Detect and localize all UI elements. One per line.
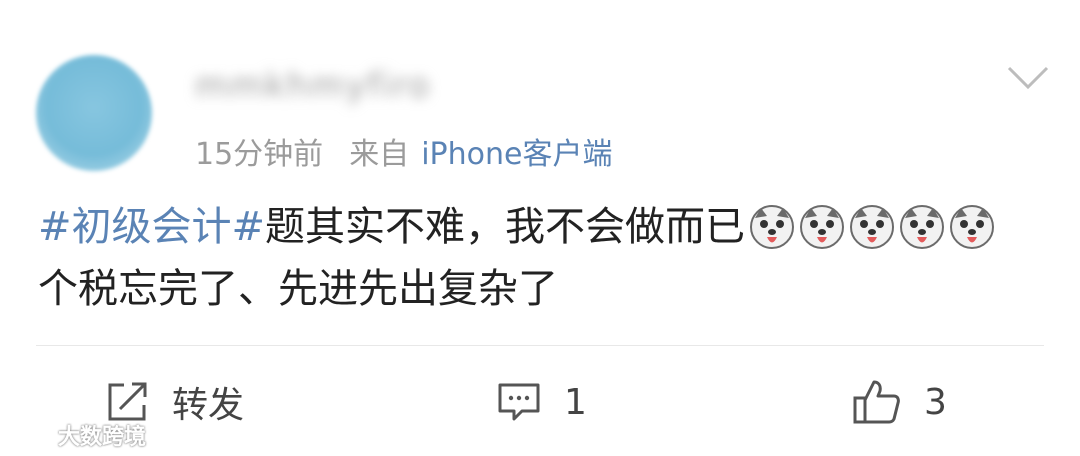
comment-icon: [496, 379, 542, 425]
post-text-1: 题其实不难，我不会做而已: [265, 204, 746, 250]
chevron-down-icon[interactable]: [1005, 62, 1051, 94]
username-text: mmkhmyfiro: [195, 66, 432, 106]
source-device-link[interactable]: iPhone客户端: [421, 129, 612, 173]
hashtag-link[interactable]: #初级会计#: [38, 196, 265, 258]
source-label: 来自: [349, 137, 410, 172]
avatar[interactable]: [36, 55, 152, 171]
doge-emoji: [749, 204, 795, 250]
post-body: #初级会计# 题其实不难，我不会做而已 个税忘完了、先进先出复杂了: [38, 196, 1048, 320]
watermark-logo-icon: [8, 418, 52, 452]
like-count: 3: [924, 381, 947, 423]
watermark-text: 大数跨境: [58, 425, 147, 450]
username[interactable]: mmkhmyfiro: [195, 60, 615, 112]
doge-emoji: [899, 204, 945, 250]
emoji-group: [749, 204, 999, 250]
post-line-1: #初级会计# 题其实不难，我不会做而已: [38, 196, 1048, 258]
post-text-2: 个税忘完了、先进先出复杂了: [38, 266, 558, 312]
doge-emoji: [799, 204, 845, 250]
weibo-post-card: mmkhmyfiro 15分钟前 来自 iPhone客户端 #初级会计# 题其实…: [0, 0, 1080, 456]
post-meta: 15分钟前 来自 iPhone客户端: [195, 127, 612, 175]
repost-label: 转发: [172, 385, 245, 426]
post-line-2: 个税忘完了、先进先出复杂了: [38, 258, 1048, 320]
doge-emoji: [849, 204, 895, 250]
comment-button[interactable]: 1: [496, 372, 587, 432]
watermark: 大数跨境: [8, 418, 146, 452]
comment-count: 1: [564, 381, 587, 423]
divider: [36, 345, 1044, 346]
doge-emoji: [949, 204, 995, 250]
thumbs-up-icon: [852, 378, 902, 426]
like-button[interactable]: 3: [852, 372, 947, 432]
post-time: 15分钟前: [195, 137, 324, 172]
